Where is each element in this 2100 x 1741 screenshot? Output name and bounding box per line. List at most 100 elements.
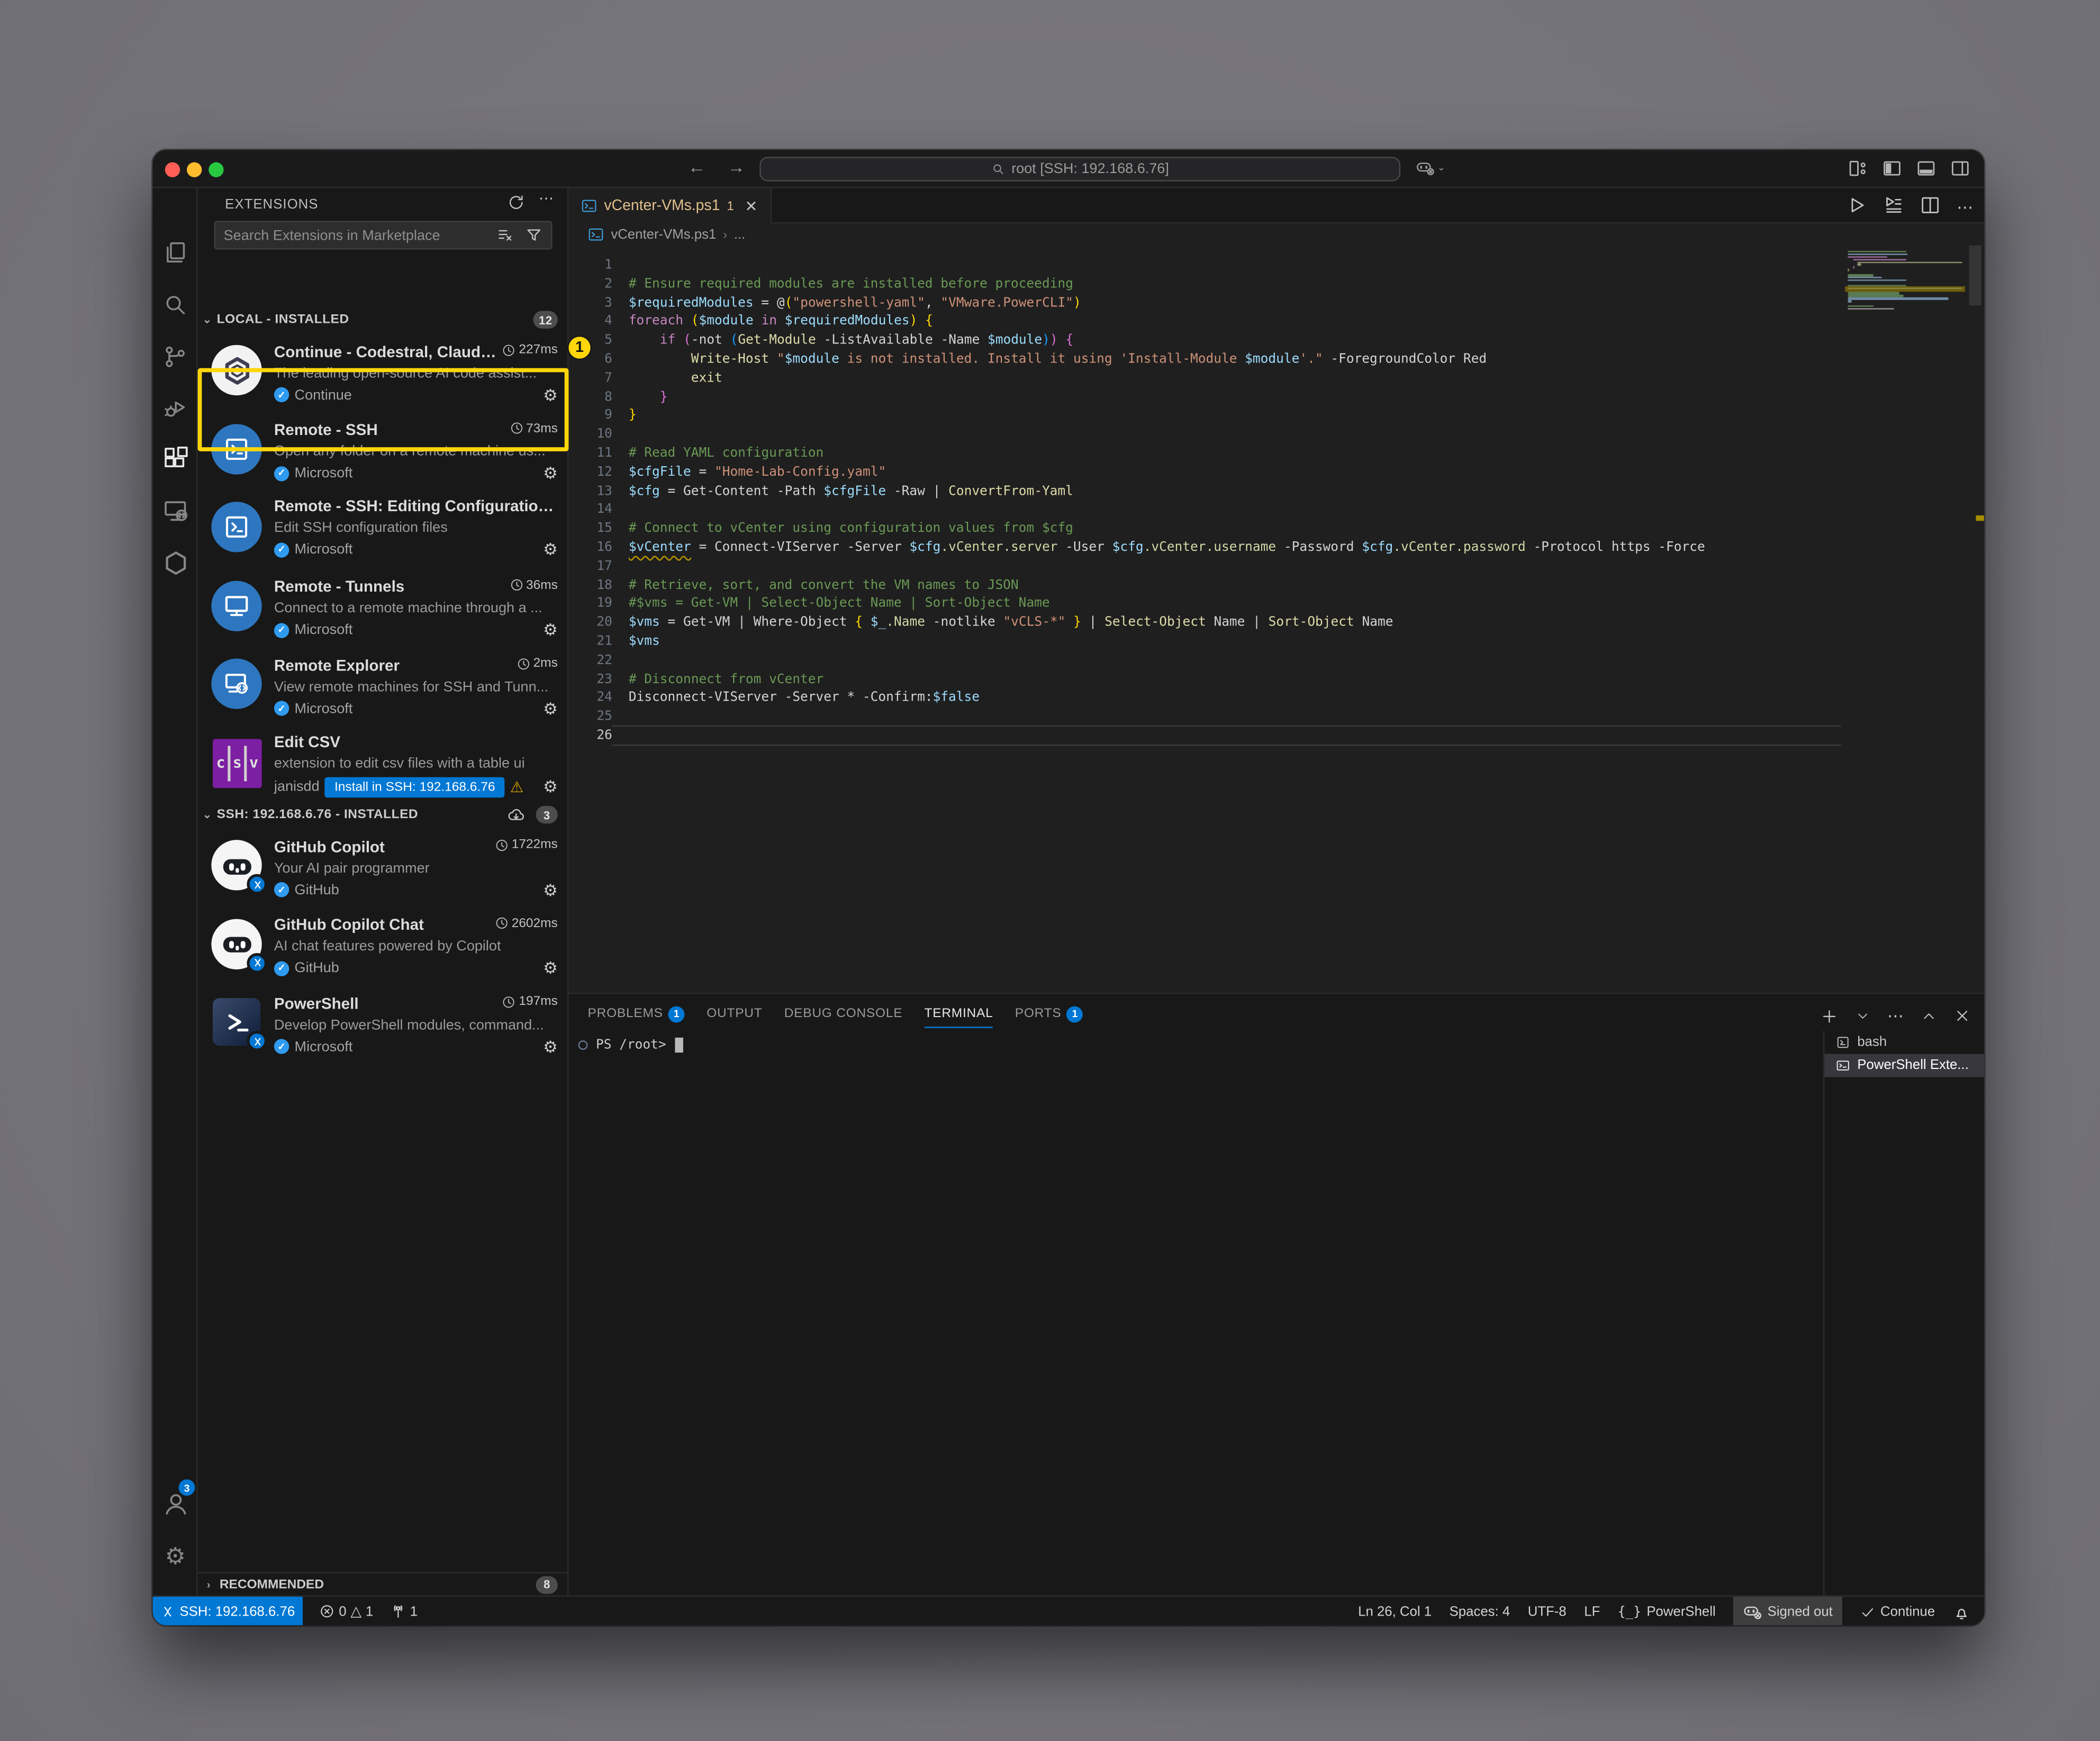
panel-tab-ports[interactable]: PORTS1 — [1015, 994, 1083, 1033]
code-line: $cfg = Get-Content -Path $cfgFile -Raw |… — [629, 482, 1073, 501]
status-indentation[interactable]: Spaces: 4 — [1450, 1597, 1510, 1625]
powershell-file-icon — [588, 226, 604, 243]
activation-time: 227ms — [502, 342, 557, 357]
panel-tab-debug-console[interactable]: DEBUG CONSOLE — [784, 994, 903, 1033]
minimize-window-button[interactable] — [187, 162, 202, 177]
extension-item-powershell[interactable]: PowerShell 197ms Develop PowerShell modu… — [198, 984, 569, 1062]
status-continue-status[interactable]: Continue — [1860, 1597, 1935, 1625]
bash-icon — [1835, 1035, 1850, 1050]
problems-indicator[interactable]: 0 △ 1 — [319, 1603, 373, 1620]
command-center-search[interactable]: root [SSH: 192.168.6.76] — [759, 157, 1400, 181]
split-editor-icon[interactable] — [1920, 195, 1941, 219]
activation-time: 2ms — [517, 656, 558, 670]
extension-item-edit-csv[interactable]: csv Edit CSV extension to edit csv files… — [198, 724, 569, 802]
gear-icon[interactable]: ⚙ — [543, 622, 558, 638]
status-cursor-position[interactable]: Ln 26, Col 1 — [1358, 1597, 1432, 1625]
more-icon[interactable]: ⋯ — [1957, 195, 1973, 219]
tab-close-icon[interactable]: ✕ — [745, 197, 758, 214]
chevron-down-icon[interactable] — [1856, 1009, 1870, 1023]
status-language-mode[interactable]: {̲}PowerShell — [1618, 1597, 1716, 1625]
run-icon[interactable] — [1846, 195, 1867, 219]
verified-publisher-icon: ✓ — [274, 466, 289, 480]
status-copilot-status[interactable]: Signed out — [1733, 1597, 1842, 1625]
clear-filter-icon[interactable] — [496, 226, 514, 244]
extension-item-remote-ssh-editing-configuration[interactable]: Remote - SSH: Editing Configuration ... … — [198, 489, 569, 567]
copilot-extension-icon — [211, 840, 261, 890]
tab-vcenter-vms[interactable]: vCenter-VMs.ps1 1 ✕ — [568, 188, 771, 224]
extension-item-remote-explorer[interactable]: Remote Explorer 2ms View remote machines… — [198, 646, 569, 724]
gear-icon[interactable]: ⚙ — [543, 960, 558, 976]
section-header[interactable]: ⌄LOCAL - INSTALLED12 — [198, 308, 569, 331]
install-in-ssh-button[interactable]: Install in SSH: 192.168.6.76 — [325, 776, 505, 797]
maximize-window-button[interactable] — [209, 162, 223, 177]
activity-item-explorer[interactable] — [153, 232, 198, 273]
activity-item-search[interactable] — [153, 284, 198, 324]
filter-icon[interactable] — [525, 226, 542, 244]
more-icon[interactable]: ⋯ — [1887, 1003, 1904, 1028]
line-number: 4 — [568, 313, 612, 332]
warning-icon: △ — [350, 1603, 361, 1620]
gear-icon[interactable]: ⚙ — [543, 882, 558, 898]
ports-indicator[interactable]: 1 — [390, 1603, 418, 1620]
line-number: 23 — [568, 670, 612, 690]
cloud-download-icon[interactable] — [507, 806, 524, 823]
customize-layout-icon[interactable] — [1848, 158, 1868, 179]
copilot-extension-icon — [211, 918, 261, 968]
activity-item-continue[interactable] — [153, 542, 198, 583]
activity-item-extensions[interactable] — [153, 439, 198, 480]
terminal-list-item-bash[interactable]: bash — [1824, 1031, 1984, 1054]
more-actions-icon[interactable]: ⋯ — [539, 194, 554, 211]
minimap-slider[interactable] — [1969, 246, 1981, 305]
refresh-icon[interactable] — [507, 194, 524, 211]
verified-publisher-icon: ✓ — [274, 882, 289, 897]
extension-item-github-copilot[interactable]: GitHub Copilot 1722ms Your AI pair progr… — [198, 828, 569, 905]
gear-icon[interactable]: ⚙ — [543, 1038, 558, 1055]
terminal-list-item-powershell-exte[interactable]: PowerShell Exte... — [1824, 1054, 1984, 1077]
remote-indicator[interactable]: SSH: 192.168.6.76 — [153, 1597, 303, 1625]
code-editor[interactable]: 12# Ensure required modules are installe… — [568, 246, 1984, 993]
chevron-down-icon: ⌄ — [1437, 162, 1445, 174]
activity-item-settings[interactable]: ⚙ — [153, 1535, 198, 1576]
gear-icon[interactable]: ⚙ — [543, 541, 558, 558]
activity-item-run-debug[interactable] — [153, 387, 198, 428]
search-icon — [991, 162, 1004, 176]
recommended-section-header[interactable]: › RECOMMENDED 8 — [198, 1572, 569, 1595]
status-notifications[interactable] — [1953, 1597, 1970, 1625]
nav-back-icon[interactable]: ← — [686, 157, 708, 177]
section-count-badge: 3 — [536, 806, 558, 823]
panel-tab-terminal[interactable]: TERMINAL — [925, 994, 993, 1033]
titlebar: ← → root [SSH: 192.168.6.76] ⌄ — [153, 150, 1984, 188]
run-below-icon[interactable] — [1883, 195, 1904, 219]
section-header[interactable]: ⌄SSH: 192.168.6.76 - INSTALLED3 — [198, 803, 569, 827]
chevron-up-icon[interactable] — [1921, 1008, 1936, 1023]
toggle-panel-icon[interactable] — [1916, 158, 1936, 179]
toggle-sidebar-icon[interactable] — [1882, 158, 1903, 179]
line-number: 21 — [568, 633, 612, 652]
panel-tab-problems[interactable]: PROBLEMS1 — [588, 994, 685, 1033]
activity-item-remote-explorer[interactable] — [153, 491, 198, 532]
terminal-prompt-row[interactable]: PS /root> — [578, 1038, 683, 1053]
close-icon[interactable] — [1954, 1008, 1970, 1024]
remote-badge-icon — [247, 953, 267, 973]
minimap[interactable] — [1845, 246, 1968, 993]
extension-item-github-copilot-chat[interactable]: GitHub Copilot Chat 2602ms AI chat featu… — [198, 906, 569, 984]
extension-name: Continue - Codestral, Claude,... — [274, 344, 497, 361]
toggle-secondary-sidebar-icon[interactable] — [1950, 158, 1971, 179]
activity-item-accounts[interactable]: 3 — [153, 1483, 198, 1524]
extension-name: GitHub Copilot — [274, 839, 490, 856]
nav-forward-icon[interactable]: → — [726, 157, 747, 177]
close-window-button[interactable] — [165, 162, 180, 177]
publisher-label: Microsoft — [295, 700, 353, 717]
breadcrumb[interactable]: vCenter-VMs.ps1 › ... — [568, 224, 1984, 246]
panel-tab-output[interactable]: OUTPUT — [707, 994, 762, 1033]
gear-icon[interactable]: ⚙ — [543, 700, 558, 717]
gear-icon[interactable]: ⚙ — [543, 778, 558, 795]
activation-time: 36ms — [510, 577, 558, 592]
gear-icon[interactable]: ⚙ — [543, 465, 558, 482]
new-terminal-icon[interactable] — [1821, 1007, 1838, 1024]
activity-item-source-control[interactable] — [153, 335, 198, 376]
status-eol[interactable]: LF — [1584, 1597, 1600, 1625]
extension-item-remote-tunnels[interactable]: Remote - Tunnels 36ms Connect to a remot… — [198, 568, 569, 646]
status-encoding[interactable]: UTF-8 — [1528, 1597, 1567, 1625]
copilot-menu-button[interactable]: ⌄ — [1416, 158, 1445, 177]
